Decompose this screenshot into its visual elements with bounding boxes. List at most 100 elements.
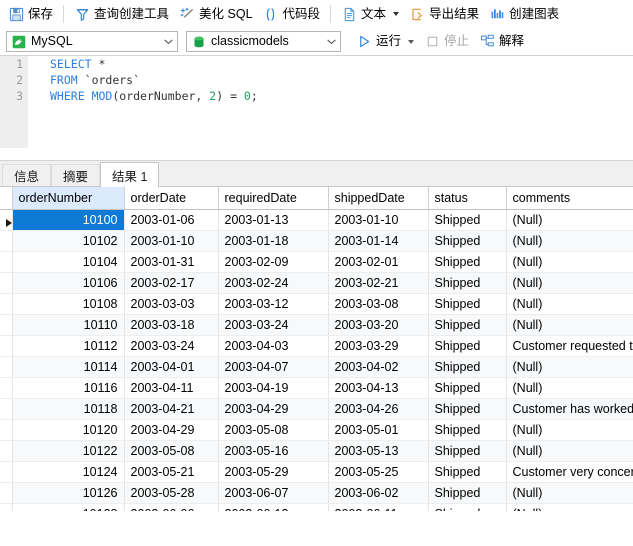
cell-status[interactable]: Shipped	[428, 356, 507, 378]
cell-status[interactable]: Shipped	[428, 503, 507, 511]
row-selector-cell[interactable]	[0, 482, 13, 504]
table-row[interactable]: 10122 2003-05-08 2003-05-16 2003-05-13 Shipp…	[0, 440, 633, 462]
table-row[interactable]: 10112 2003-03-24 2003-04-03 2003-03-29 Shipp…	[0, 335, 633, 357]
cell-comments[interactable]: (Null)	[506, 293, 633, 315]
row-selector-cell[interactable]	[0, 335, 13, 357]
cell-status[interactable]: Shipped	[428, 251, 507, 273]
cell-shippedDate[interactable]: 2003-06-02	[328, 482, 429, 504]
cell-orderDate[interactable]: 2003-02-17	[124, 272, 219, 294]
cell-shippedDate[interactable]: 2003-02-01	[328, 251, 429, 273]
cell-requiredDate[interactable]: 2003-04-19	[218, 377, 329, 399]
cell-requiredDate[interactable]: 2003-06-12	[218, 503, 329, 511]
cell-orderDate[interactable]: 2003-03-24	[124, 335, 219, 357]
cell-orderDate[interactable]: 2003-05-08	[124, 440, 219, 462]
table-row[interactable]: 10116 2003-04-11 2003-04-19 2003-04-13 Shipp…	[0, 377, 633, 399]
result-grid-container[interactable]: orderNumber orderDate requiredDate shippedD…	[0, 187, 633, 511]
cell-requiredDate[interactable]: 2003-04-07	[218, 356, 329, 378]
cell-shippedDate[interactable]: 2003-04-13	[328, 377, 429, 399]
cell-status[interactable]: Shipped	[428, 335, 507, 357]
cell-orderDate[interactable]: 2003-03-03	[124, 293, 219, 315]
chevron-down-icon[interactable]	[393, 12, 400, 16]
table-row[interactable]: 10118 2003-04-21 2003-04-29 2003-04-26 Shipp…	[0, 398, 633, 420]
cell-comments[interactable]: Customer very concer	[506, 461, 633, 483]
cell-requiredDate[interactable]: 2003-05-16	[218, 440, 329, 462]
cell-requiredDate[interactable]: 2003-02-24	[218, 272, 329, 294]
cell-shippedDate[interactable]: 2003-01-10	[328, 209, 429, 231]
save-button[interactable]: 保存	[3, 2, 58, 26]
cell-shippedDate[interactable]: 2003-01-14	[328, 230, 429, 252]
cell-orderDate[interactable]: 2003-05-21	[124, 461, 219, 483]
table-row[interactable]: 10124 2003-05-21 2003-05-29 2003-05-25 Shipp…	[0, 461, 633, 483]
cell-status[interactable]: Shipped	[428, 398, 507, 420]
connection-select[interactable]: MySQL	[6, 31, 178, 52]
cell-orderNumber[interactable]: 10124	[12, 461, 125, 483]
cell-orderDate[interactable]: 2003-01-31	[124, 251, 219, 273]
cell-orderDate[interactable]: 2003-01-06	[124, 209, 219, 231]
table-row[interactable]: 10120 2003-04-29 2003-05-08 2003-05-01 Shipp…	[0, 419, 633, 441]
cell-shippedDate[interactable]: 2003-06-11	[328, 503, 429, 511]
code-snippet-button[interactable]: 代码段	[258, 2, 326, 26]
cell-requiredDate[interactable]: 2003-05-29	[218, 461, 329, 483]
row-selector-cell[interactable]	[0, 440, 13, 462]
cell-orderNumber[interactable]: 10106	[12, 272, 125, 294]
row-selector-cell[interactable]	[0, 272, 13, 294]
cell-orderNumber[interactable]: 10110	[12, 314, 125, 336]
table-row[interactable]: 10100 2003-01-06 2003-01-13 2003-01-10 Shipp…	[0, 209, 633, 231]
row-selector-cell[interactable]	[0, 503, 13, 511]
cell-requiredDate[interactable]: 2003-03-24	[218, 314, 329, 336]
row-selector-cell[interactable]	[0, 230, 13, 252]
cell-shippedDate[interactable]: 2003-05-01	[328, 419, 429, 441]
cell-comments[interactable]: (Null)	[506, 314, 633, 336]
row-selector-cell[interactable]	[0, 419, 13, 441]
cell-comments[interactable]: (Null)	[506, 272, 633, 294]
chevron-down-icon[interactable]	[160, 39, 177, 45]
export-result-button[interactable]: 导出结果	[404, 2, 484, 26]
cell-comments[interactable]: Customer has worked	[506, 398, 633, 420]
cell-shippedDate[interactable]: 2003-05-25	[328, 461, 429, 483]
cell-orderNumber[interactable]: 10108	[12, 293, 125, 315]
database-select[interactable]: classicmodels	[186, 31, 341, 52]
column-header-orderDate[interactable]: orderDate	[124, 187, 219, 210]
cell-status[interactable]: Shipped	[428, 293, 507, 315]
cell-status[interactable]: Shipped	[428, 482, 507, 504]
table-row[interactable]: 101282003-06-062003-06-122003-06-11Shipp…	[0, 503, 633, 511]
chevron-down-icon[interactable]	[408, 39, 415, 44]
cell-status[interactable]: Shipped	[428, 230, 507, 252]
cell-orderDate[interactable]: 2003-05-28	[124, 482, 219, 504]
tab-info[interactable]: 信息	[2, 164, 52, 186]
cell-comments[interactable]: (Null)	[506, 377, 633, 399]
cell-requiredDate[interactable]: 2003-03-12	[218, 293, 329, 315]
cell-orderDate[interactable]: 2003-04-11	[124, 377, 219, 399]
cell-comments[interactable]: (Null)	[506, 356, 633, 378]
row-selector-cell[interactable]	[0, 461, 13, 483]
cell-status[interactable]: Shipped	[428, 419, 507, 441]
cell-orderDate[interactable]: 2003-04-01	[124, 356, 219, 378]
cell-shippedDate[interactable]: 2003-03-29	[328, 335, 429, 357]
column-header-shippedDate[interactable]: shippedDate	[328, 187, 429, 210]
cell-orderNumber[interactable]: 10104	[12, 251, 125, 273]
tab-result[interactable]: 结果 1	[100, 162, 160, 187]
query-builder-button[interactable]: 查询创建工具	[69, 2, 174, 26]
cell-shippedDate[interactable]: 2003-02-21	[328, 272, 429, 294]
column-header-status[interactable]: status	[428, 187, 507, 210]
table-row[interactable]: 10108 2003-03-03 2003-03-12 2003-03-08 Shipp…	[0, 293, 633, 315]
cell-requiredDate[interactable]: 2003-05-08	[218, 419, 329, 441]
table-row[interactable]: 10110 2003-03-18 2003-03-24 2003-03-20 Shipp…	[0, 314, 633, 336]
cell-requiredDate[interactable]: 2003-02-09	[218, 251, 329, 273]
cell-orderDate[interactable]: 2003-04-21	[124, 398, 219, 420]
cell-shippedDate[interactable]: 2003-05-13	[328, 440, 429, 462]
row-selector-cell[interactable]	[0, 209, 13, 231]
cell-status[interactable]: Shipped	[428, 272, 507, 294]
row-selector-cell[interactable]	[0, 377, 13, 399]
cell-status[interactable]: Shipped	[428, 377, 507, 399]
table-row[interactable]: 10104 2003-01-31 2003-02-09 2003-02-01 Shipp…	[0, 251, 633, 273]
column-header-orderNumber[interactable]: orderNumber	[12, 187, 125, 210]
cell-orderNumber[interactable]: 10126	[12, 482, 125, 504]
cell-orderNumber[interactable]: 10116	[12, 377, 125, 399]
cell-orderDate[interactable]: 2003-04-29	[124, 419, 219, 441]
cell-requiredDate[interactable]: 2003-01-13	[218, 209, 329, 231]
cell-status[interactable]: Shipped	[428, 314, 507, 336]
cell-orderNumber[interactable]: 10114	[12, 356, 125, 378]
cell-requiredDate[interactable]: 2003-01-18	[218, 230, 329, 252]
cell-status[interactable]: Shipped	[428, 461, 507, 483]
